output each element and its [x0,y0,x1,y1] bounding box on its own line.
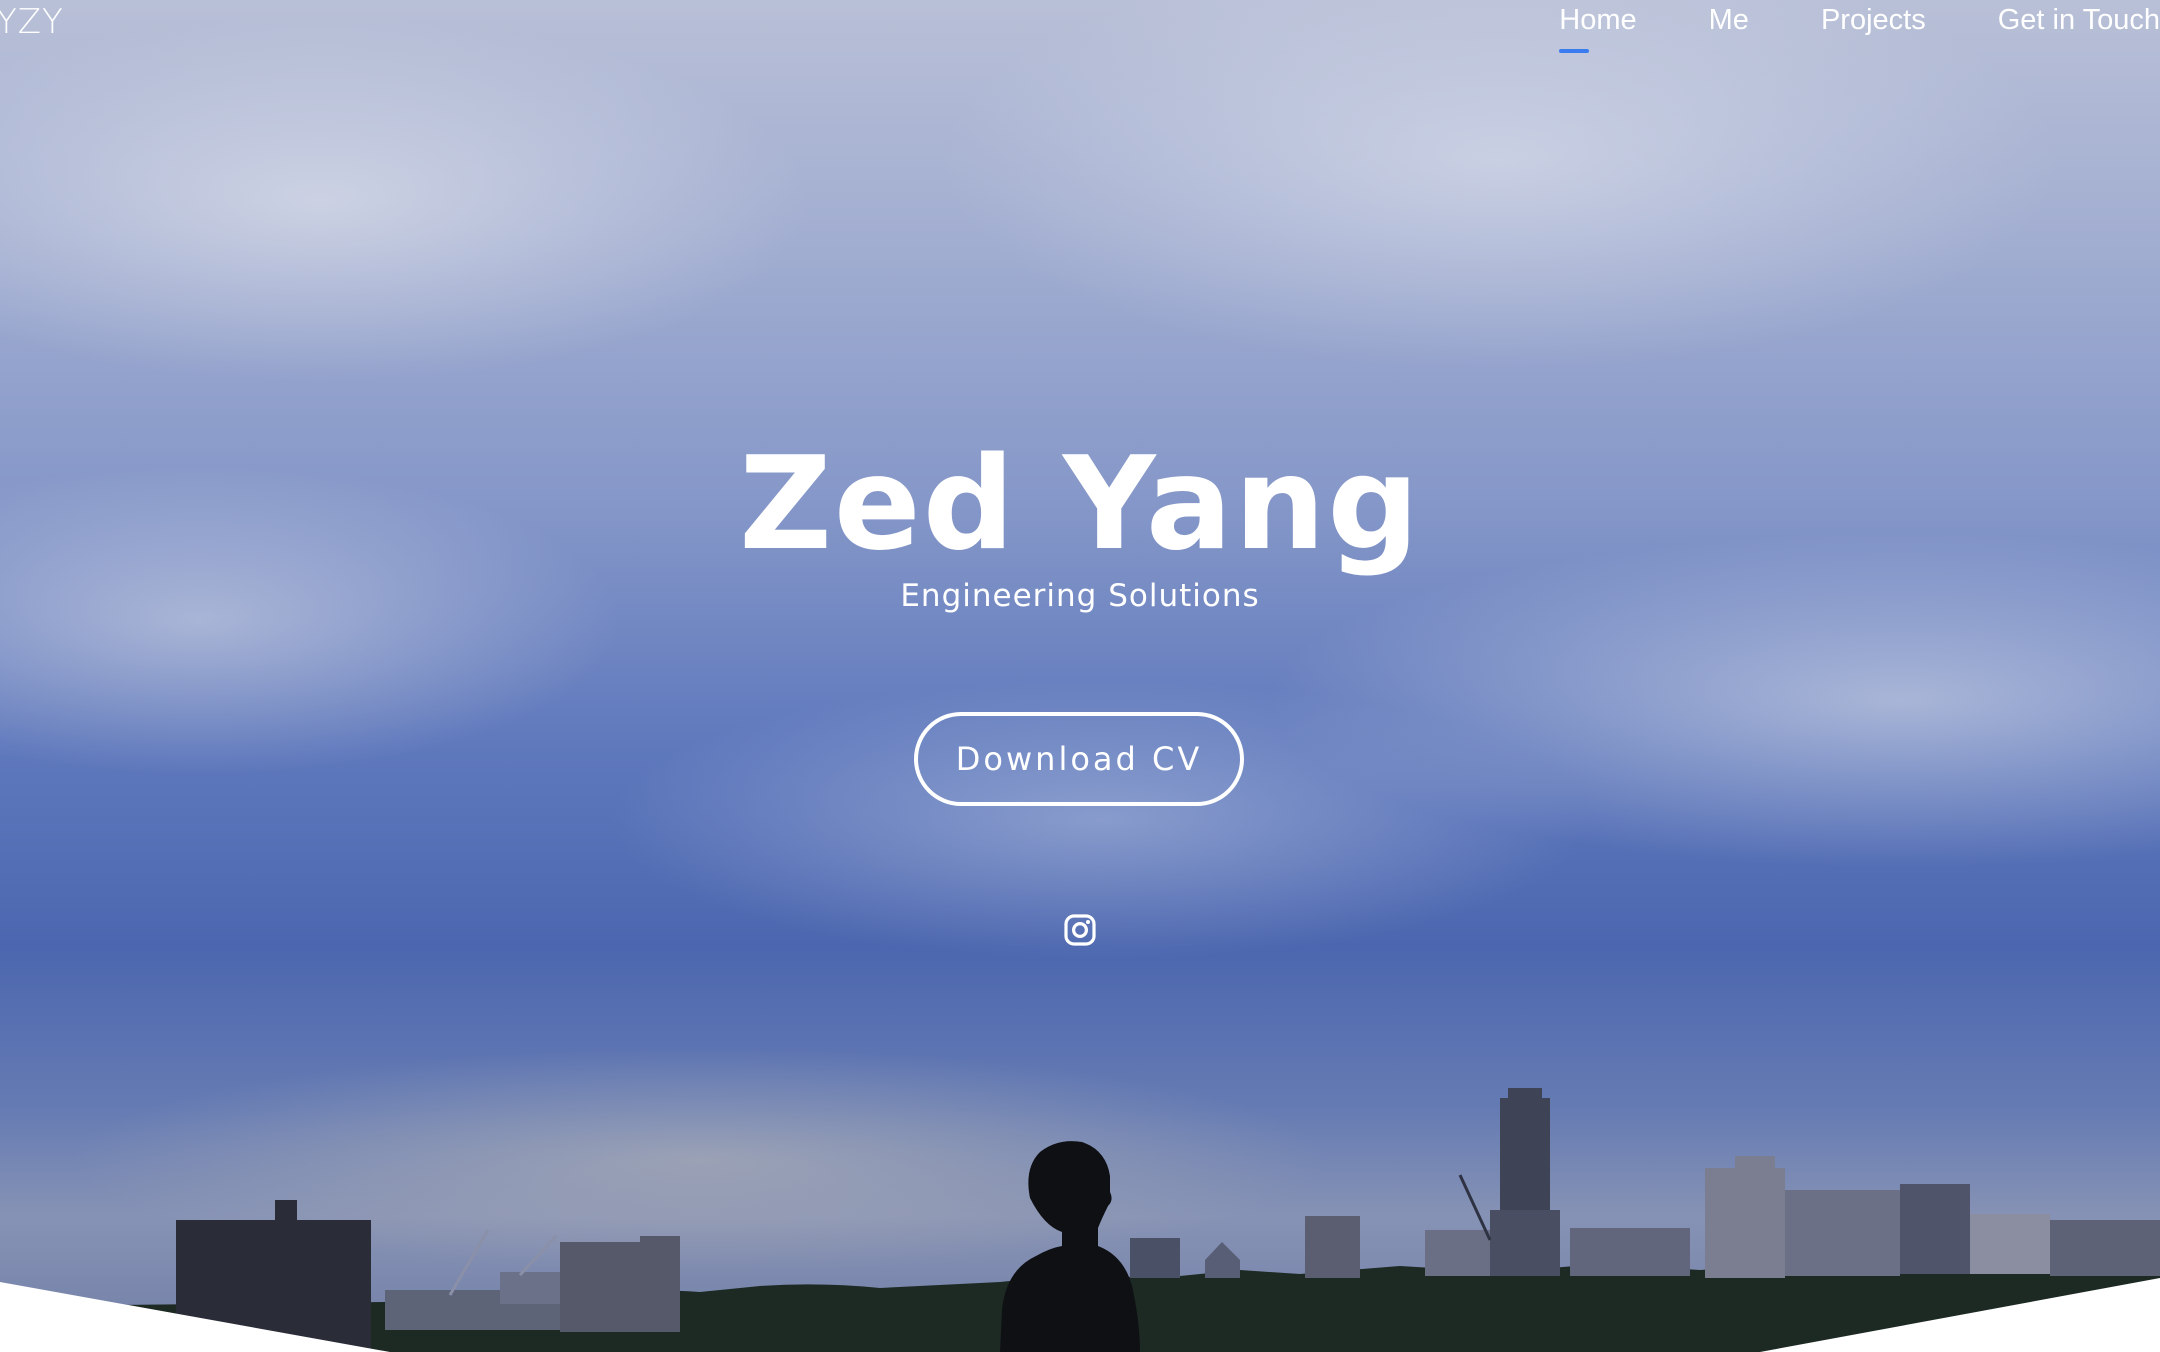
hero-background [0,0,2160,1352]
download-cv-button[interactable]: Download CV [914,712,1244,806]
bottom-section-divider [0,1278,2160,1352]
nav-item-get-in-touch[interactable]: Get in Touch [1998,4,2160,55]
hero-name-title: Zed Yang [739,430,1421,579]
nav-item-home[interactable]: Home [1559,4,1637,55]
site-logo[interactable]: YZY [0,2,64,42]
instagram-icon[interactable] [1063,913,1097,947]
main-nav: Home Me Projects Get in Touch [1487,4,2160,55]
nav-item-me[interactable]: Me [1709,4,1749,55]
hero-tagline: Engineering Solutions [900,578,1260,614]
nav-item-projects[interactable]: Projects [1821,4,1926,55]
